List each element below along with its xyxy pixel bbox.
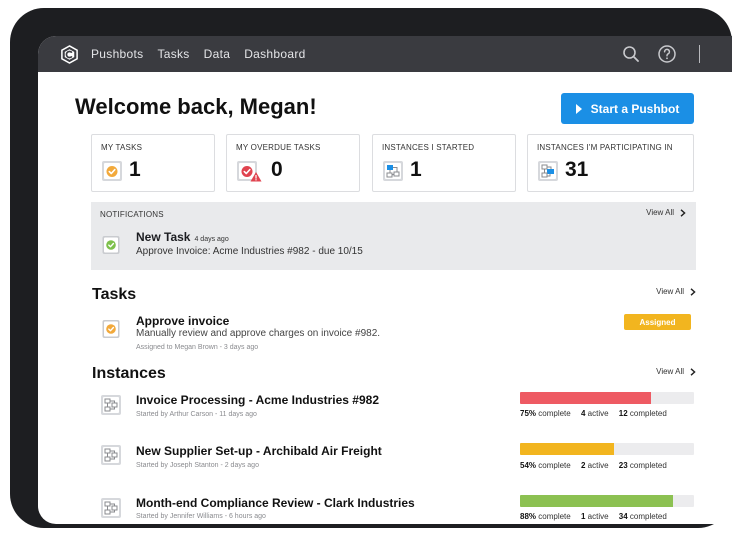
progress-bar xyxy=(520,392,694,404)
percent-label: complete xyxy=(538,512,571,521)
top-nav-bar: Pushbots Tasks Data Dashboard xyxy=(38,36,732,72)
nav-data[interactable]: Data xyxy=(204,47,231,61)
active-count: 1 xyxy=(580,512,586,521)
notification-time: 4 days ago xyxy=(194,236,229,243)
chevron-right-icon xyxy=(690,367,696,376)
tasks-view-all-link[interactable]: View All xyxy=(656,287,696,296)
nav-dashboard[interactable]: Dashboard xyxy=(244,47,305,61)
instance-meta: Started by Joseph Stanton - 2 days ago xyxy=(136,462,259,469)
stat-value: 31 xyxy=(565,158,589,181)
instance-stats: 54% complete 2 active 23 completed xyxy=(520,461,667,470)
main-nav: Pushbots Tasks Data Dashboard xyxy=(91,47,320,61)
task-check-icon xyxy=(102,161,122,181)
notification-title: New Task xyxy=(136,230,191,244)
stat-label: MY OVERDUE TASKS xyxy=(236,143,321,152)
notifications-view-all-link[interactable]: View All xyxy=(646,208,686,217)
instance-started-icon xyxy=(383,161,403,181)
task-meta: Assigned to Megan Brown - 3 days ago xyxy=(136,344,259,351)
status-badge: Assigned xyxy=(624,314,691,330)
instances-section-title: Instances xyxy=(92,365,166,382)
search-icon[interactable] xyxy=(621,44,641,64)
task-check-icon xyxy=(102,320,120,338)
stat-value: 1 xyxy=(410,158,422,181)
active-count: 4 xyxy=(580,409,586,418)
workflow-icon xyxy=(101,445,121,465)
completed-count: 23 xyxy=(618,461,628,470)
overdue-task-icon xyxy=(237,161,262,182)
topbar-divider xyxy=(699,45,700,63)
percent-label: complete xyxy=(538,461,571,470)
help-icon[interactable] xyxy=(657,44,677,64)
tasks-section-title: Tasks xyxy=(92,286,137,303)
chevron-right-icon xyxy=(690,287,696,296)
chevron-right-icon xyxy=(680,208,686,217)
instance-stats: 88% complete 1 active 34 completed xyxy=(520,512,667,521)
topbar-actions xyxy=(607,44,700,64)
instance-stats: 75% complete 4 active 12 completed xyxy=(520,409,667,418)
tablet-frame: Pushbots Tasks Data Dashboard Welcome ba xyxy=(10,8,732,528)
stat-card-instances-started[interactable]: INSTANCES I STARTED 1 xyxy=(372,134,516,192)
progress-bar xyxy=(520,443,694,455)
completed-label: completed xyxy=(629,409,667,418)
page-title: Welcome back, Megan! xyxy=(75,94,317,119)
completed-label: completed xyxy=(629,512,667,521)
progress-bar xyxy=(520,495,694,507)
stat-card-my-tasks[interactable]: MY TASKS 1 xyxy=(91,134,215,192)
percent-value: 75% xyxy=(520,409,537,418)
view-all-label: View All xyxy=(656,367,684,376)
nav-tasks[interactable]: Tasks xyxy=(157,47,189,61)
instance-meta: Started by Jennifer Williams - 6 hours a… xyxy=(136,513,266,520)
workflow-icon xyxy=(101,395,121,415)
start-pushbot-label: Start a Pushbot xyxy=(590,101,680,116)
active-label: active xyxy=(587,461,609,470)
play-icon xyxy=(575,103,582,114)
progress-fill xyxy=(520,495,674,507)
instances-view-all-link[interactable]: View All xyxy=(656,367,696,376)
percent-value: 88% xyxy=(520,512,537,521)
instance-title[interactable]: Month-end Compliance Review - Clark Indu… xyxy=(136,496,415,510)
app-screen: Pushbots Tasks Data Dashboard Welcome ba xyxy=(38,36,732,524)
percent-value: 54% xyxy=(520,461,537,470)
start-pushbot-button[interactable]: Start a Pushbot xyxy=(561,93,694,124)
notifications-header: NOTIFICATIONS xyxy=(100,210,164,219)
notification-description: Approve Invoice: Acme Industries #982 - … xyxy=(136,246,363,257)
completed-count: 12 xyxy=(618,409,628,418)
progress-fill xyxy=(520,392,651,404)
notification-task-icon xyxy=(102,236,120,254)
active-label: active xyxy=(587,512,609,521)
progress-fill xyxy=(520,443,614,455)
notifications-panel: NOTIFICATIONS View All New Task 4 days ag… xyxy=(91,202,696,270)
nav-pushbots[interactable]: Pushbots xyxy=(91,47,143,61)
stat-value: 0 xyxy=(271,158,283,181)
workflow-icon xyxy=(101,498,121,518)
instance-participating-icon xyxy=(538,161,558,181)
instance-meta: Started by Arthur Carson - 11 days ago xyxy=(136,411,257,418)
stat-label: MY TASKS xyxy=(101,143,143,152)
stat-label: INSTANCES I'M PARTICIPATING IN xyxy=(537,143,673,152)
stat-card-instances-participating[interactable]: INSTANCES I'M PARTICIPATING IN 31 xyxy=(527,134,694,192)
stat-card-overdue-tasks[interactable]: MY OVERDUE TASKS 0 xyxy=(226,134,360,192)
active-label: active xyxy=(587,409,609,418)
percent-label: complete xyxy=(538,409,571,418)
active-count: 2 xyxy=(580,461,586,470)
task-title[interactable]: Approve invoice xyxy=(136,314,229,328)
instance-title[interactable]: New Supplier Set-up - Archibald Air Frei… xyxy=(136,444,382,458)
notification-item[interactable]: New Task 4 days ago xyxy=(136,230,229,244)
completed-count: 34 xyxy=(618,512,628,521)
pushbot-logo-icon[interactable] xyxy=(60,44,79,64)
stat-label: INSTANCES I STARTED xyxy=(382,143,475,152)
stat-value: 1 xyxy=(129,158,141,181)
task-description: Manually review and approve charges on i… xyxy=(136,328,381,339)
view-all-label: View All xyxy=(656,287,684,296)
completed-label: completed xyxy=(629,461,667,470)
instance-title[interactable]: Invoice Processing - Acme Industries #98… xyxy=(136,393,379,407)
view-all-label: View All xyxy=(646,208,674,217)
